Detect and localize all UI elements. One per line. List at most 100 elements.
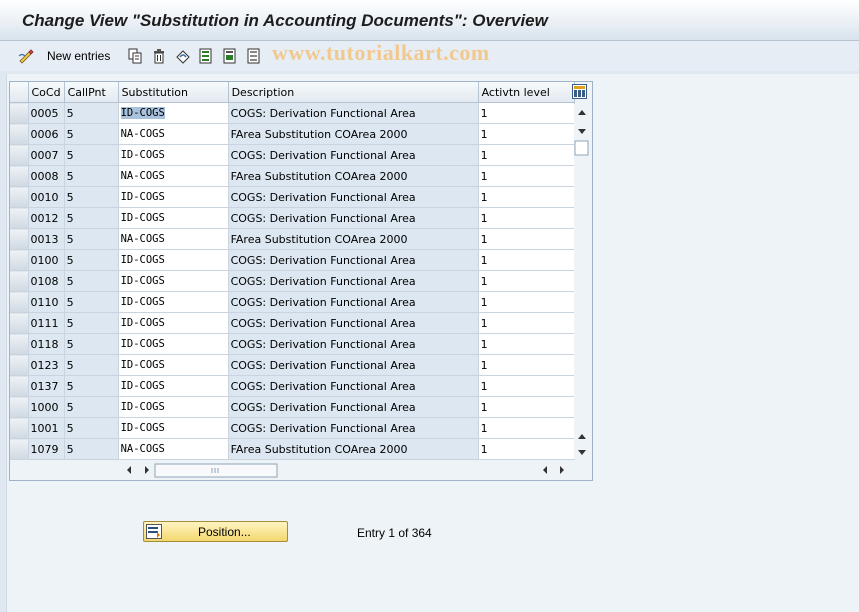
row-selector[interactable] bbox=[10, 123, 29, 145]
position-button-label: Position... bbox=[198, 525, 251, 539]
position-icon bbox=[146, 524, 162, 539]
row-selector[interactable] bbox=[10, 207, 29, 229]
table-control: CoCd CallPnt Substitution Description Ac… bbox=[9, 81, 593, 481]
cell-description: FArea Substitution COArea 2000 bbox=[228, 123, 479, 145]
cell-substitution[interactable]: ID-COGS bbox=[118, 102, 229, 124]
cell-substitution[interactable]: ID-COGS bbox=[118, 417, 229, 439]
row-selector[interactable] bbox=[10, 228, 29, 250]
cell-activation-level[interactable]: 1 bbox=[478, 312, 575, 334]
delete-icon[interactable] bbox=[151, 48, 167, 64]
deselect-all-icon[interactable] bbox=[246, 48, 262, 64]
cell-substitution[interactable]: ID-COGS bbox=[118, 186, 229, 208]
cell-description: FArea Substitution COArea 2000 bbox=[228, 228, 479, 250]
cell-substitution[interactable]: NA-COGS bbox=[118, 438, 229, 460]
cell-activation-level[interactable]: 1 bbox=[478, 249, 575, 271]
row-selector[interactable] bbox=[10, 144, 29, 166]
cell-description: COGS: Derivation Functional Area bbox=[228, 375, 479, 397]
cell-substitution[interactable]: ID-COGS bbox=[118, 375, 229, 397]
cell-description: COGS: Derivation Functional Area bbox=[228, 396, 479, 418]
table-row: 0012 5 ID-COGS COGS: Derivation Functional … bbox=[10, 207, 575, 229]
row-selector[interactable] bbox=[10, 186, 29, 208]
table-row: 0005 5 ID-COGS COGS: Derivation Functional … bbox=[10, 102, 575, 124]
row-selector[interactable] bbox=[10, 291, 29, 313]
cell-activation-level[interactable]: 1 bbox=[478, 228, 575, 250]
vertical-scrollbar[interactable] bbox=[574, 104, 590, 459]
scroll-thumb bbox=[574, 140, 589, 156]
cell-callpnt: 5 bbox=[64, 375, 119, 397]
cell-activation-level[interactable]: 1 bbox=[478, 396, 575, 418]
cell-activation-level[interactable]: 1 bbox=[478, 186, 575, 208]
cell-activation-level[interactable]: 1 bbox=[478, 207, 575, 229]
cell-description: COGS: Derivation Functional Area bbox=[228, 102, 479, 124]
cell-substitution[interactable]: ID-COGS bbox=[118, 396, 229, 418]
column-header-cocd[interactable]: CoCd bbox=[28, 82, 65, 103]
cell-callpnt: 5 bbox=[64, 228, 119, 250]
table-row: 0118 5 ID-COGS COGS: Derivation Functional … bbox=[10, 333, 575, 355]
select-all-icon[interactable] bbox=[198, 48, 214, 64]
cell-callpnt: 5 bbox=[64, 165, 119, 187]
cell-substitution[interactable]: NA-COGS bbox=[118, 228, 229, 250]
row-selector[interactable] bbox=[10, 102, 29, 124]
copy-icon[interactable] bbox=[127, 48, 143, 64]
row-selector[interactable] bbox=[10, 249, 29, 271]
table-row: 0110 5 ID-COGS COGS: Derivation Functional … bbox=[10, 291, 575, 313]
cell-cocd: 1000 bbox=[28, 396, 65, 418]
substitution-table: CoCd CallPnt Substitution Description Ac… bbox=[10, 82, 575, 460]
table-settings-icon[interactable] bbox=[572, 84, 587, 99]
cell-substitution[interactable]: ID-COGS bbox=[118, 291, 229, 313]
cell-cocd: 1001 bbox=[28, 417, 65, 439]
cell-callpnt: 5 bbox=[64, 396, 119, 418]
cell-activation-level[interactable]: 1 bbox=[478, 144, 575, 166]
cell-activation-level[interactable]: 1 bbox=[478, 375, 575, 397]
column-header-description[interactable]: Description bbox=[228, 82, 479, 103]
row-selector[interactable] bbox=[10, 396, 29, 418]
row-selector[interactable] bbox=[10, 375, 29, 397]
horizontal-scrollbar[interactable] bbox=[10, 460, 590, 480]
cell-cocd: 0013 bbox=[28, 228, 65, 250]
row-selector[interactable] bbox=[10, 270, 29, 292]
cell-substitution[interactable]: ID-COGS bbox=[118, 270, 229, 292]
row-selector[interactable] bbox=[10, 354, 29, 376]
undo-icon[interactable] bbox=[175, 48, 191, 64]
row-selector[interactable] bbox=[10, 312, 29, 334]
new-entries-button[interactable]: New entries bbox=[47, 49, 110, 63]
cell-activation-level[interactable]: 1 bbox=[478, 417, 575, 439]
cell-activation-level[interactable]: 1 bbox=[478, 102, 575, 124]
table-row: 0006 5 NA-COGS FArea Substitution COArea 20… bbox=[10, 123, 575, 145]
cell-activation-level[interactable]: 1 bbox=[478, 165, 575, 187]
cell-activation-level[interactable]: 1 bbox=[478, 123, 575, 145]
row-selector[interactable] bbox=[10, 438, 29, 460]
cell-description: COGS: Derivation Functional Area bbox=[228, 354, 479, 376]
cell-substitution[interactable]: ID-COGS bbox=[118, 354, 229, 376]
horizontal-scroll-thumb bbox=[154, 463, 278, 478]
cell-activation-level[interactable]: 1 bbox=[478, 270, 575, 292]
table-row: 0010 5 ID-COGS COGS: Derivation Functional … bbox=[10, 186, 575, 208]
cell-activation-level[interactable]: 1 bbox=[478, 291, 575, 313]
cell-substitution[interactable]: NA-COGS bbox=[118, 123, 229, 145]
column-header-callpnt[interactable]: CallPnt bbox=[64, 82, 119, 103]
table-row: 1000 5 ID-COGS COGS: Derivation Functional … bbox=[10, 396, 575, 418]
cell-substitution[interactable]: NA-COGS bbox=[118, 165, 229, 187]
cell-callpnt: 5 bbox=[64, 312, 119, 334]
table-header-row: CoCd CallPnt Substitution Description Ac… bbox=[10, 82, 575, 103]
row-selector[interactable] bbox=[10, 165, 29, 187]
select-block-icon[interactable] bbox=[222, 48, 238, 64]
cell-activation-level[interactable]: 1 bbox=[478, 438, 575, 460]
select-all-header[interactable] bbox=[10, 82, 29, 103]
change-display-icon[interactable] bbox=[18, 48, 34, 64]
cell-substitution[interactable]: ID-COGS bbox=[118, 207, 229, 229]
column-header-substitution[interactable]: Substitution bbox=[118, 82, 229, 103]
row-selector[interactable] bbox=[10, 333, 29, 355]
cell-callpnt: 5 bbox=[64, 123, 119, 145]
cell-substitution[interactable]: ID-COGS bbox=[118, 312, 229, 334]
cell-substitution[interactable]: ID-COGS bbox=[118, 249, 229, 271]
cell-activation-level[interactable]: 1 bbox=[478, 354, 575, 376]
cell-callpnt: 5 bbox=[64, 438, 119, 460]
column-header-activation-level[interactable]: Activtn level bbox=[478, 82, 575, 103]
row-selector[interactable] bbox=[10, 417, 29, 439]
position-button[interactable]: Position... bbox=[143, 521, 288, 542]
cell-substitution[interactable]: ID-COGS bbox=[118, 333, 229, 355]
cell-callpnt: 5 bbox=[64, 186, 119, 208]
cell-activation-level[interactable]: 1 bbox=[478, 333, 575, 355]
cell-substitution[interactable]: ID-COGS bbox=[118, 144, 229, 166]
